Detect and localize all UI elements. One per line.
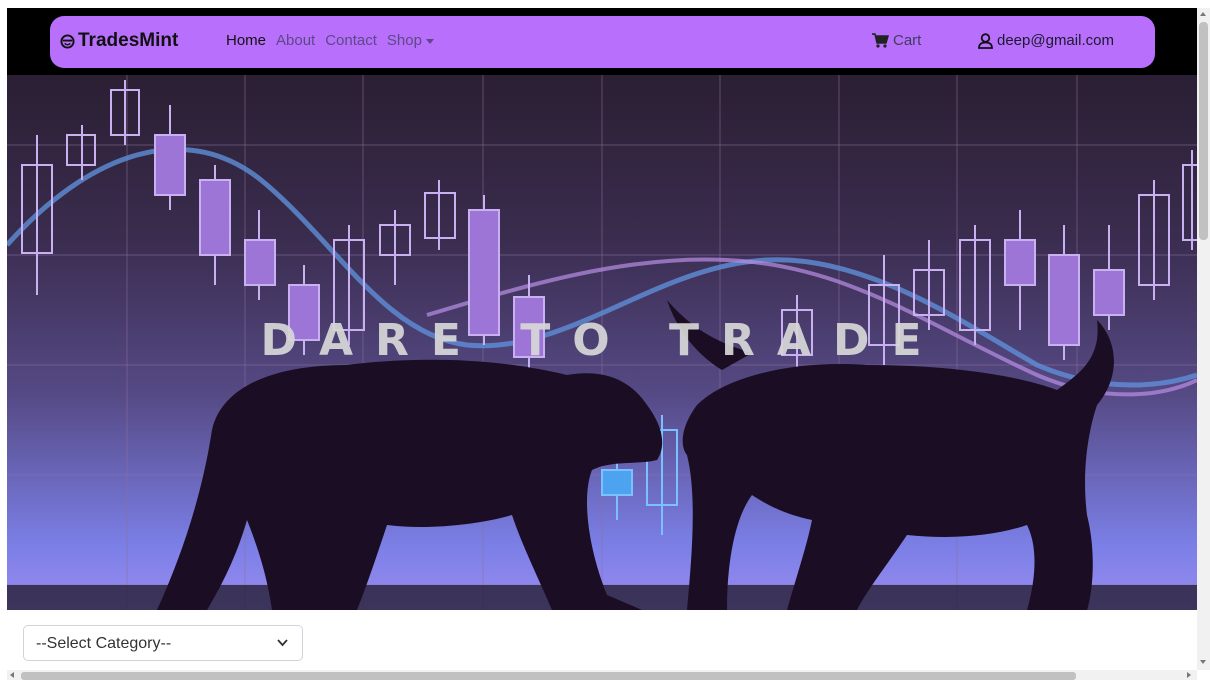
cart-link[interactable]: Cart	[872, 32, 921, 49]
category-select-value: --Select Category--	[36, 635, 172, 652]
brand-name: TradesMint	[78, 30, 179, 51]
user-account-link[interactable]: deep@gmail.com	[978, 32, 1114, 49]
hero-banner: DARE TO TRADE	[7, 75, 1197, 610]
nav-shop-dropdown[interactable]: Shop	[387, 32, 434, 49]
navbar: TradesMint Home About Contact Shop Cart …	[50, 16, 1155, 68]
caret-down-icon	[425, 38, 434, 44]
smiley-logo-icon	[60, 33, 75, 49]
nav-shop-label: Shop	[386, 32, 422, 49]
vertical-scroll-thumb[interactable]	[1199, 22, 1208, 240]
horizontal-scroll-thumb[interactable]	[21, 672, 1076, 680]
nav-links: Home About Contact Shop	[226, 32, 444, 49]
scroll-down-arrow-icon[interactable]	[1200, 660, 1206, 664]
nav-home-link[interactable]: Home	[226, 32, 266, 49]
user-email: deep@gmail.com	[997, 32, 1114, 49]
cart-label: Cart	[893, 32, 922, 49]
vertical-scrollbar[interactable]	[1197, 8, 1210, 670]
horizontal-scrollbar[interactable]	[7, 670, 1197, 680]
user-icon	[978, 32, 993, 49]
scroll-up-arrow-icon[interactable]	[1200, 12, 1206, 16]
scroll-left-arrow-icon[interactable]	[10, 672, 14, 678]
nav-about-link[interactable]: About	[276, 32, 315, 49]
brand-logo[interactable]: TradesMint	[60, 30, 178, 52]
cart-icon	[872, 33, 889, 48]
hero-title: DARE TO TRADE	[260, 315, 944, 366]
chevron-down-icon	[277, 639, 288, 647]
nav-contact-link[interactable]: Contact	[325, 32, 377, 49]
category-select[interactable]: --Select Category--	[23, 625, 303, 661]
scroll-right-arrow-icon[interactable]	[1187, 672, 1191, 678]
